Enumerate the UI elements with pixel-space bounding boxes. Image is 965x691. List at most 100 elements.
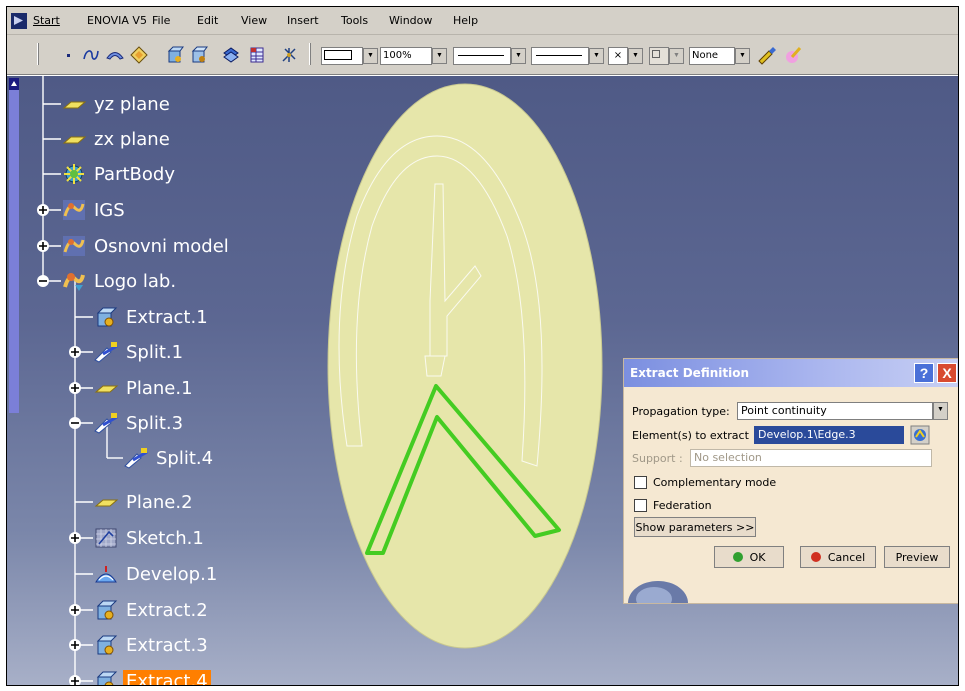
menu-insert[interactable]: Insert <box>287 14 319 27</box>
tree-node-osnovni-model[interactable]: Osnovni model <box>61 232 232 260</box>
extract-tool-icon[interactable] <box>165 45 185 65</box>
layer-filter-dropdown-button[interactable]: ▼ <box>669 48 684 64</box>
split-icon <box>124 448 148 469</box>
layer-filter-combo[interactable] <box>649 47 669 65</box>
tree-node-extract-2[interactable]: Extract.2 <box>93 596 211 624</box>
tree-node-label: Osnovni model <box>94 235 229 257</box>
transparency-dropdown-button[interactable]: ▼ <box>432 48 447 64</box>
support-field: No selection <box>690 449 932 467</box>
point-symbol-dropdown-button[interactable]: ▼ <box>628 48 643 64</box>
preview-button[interactable]: Preview <box>884 546 950 568</box>
tree-node-label: Logo lab. <box>94 270 177 292</box>
part-surface <box>327 83 603 649</box>
tree-node-extract-4[interactable]: Extract.4 <box>93 667 211 685</box>
complementary-mode-checkbox[interactable] <box>634 476 647 489</box>
tree-node-zx-plane[interactable]: zx plane <box>61 125 173 153</box>
tree-node-sketch-1[interactable]: Sketch.1 <box>93 524 207 552</box>
tree-node-logo-lab[interactable]: Logo lab. <box>61 267 179 295</box>
help-button[interactable]: ? <box>914 363 934 383</box>
tree-node-label: Split.1 <box>126 341 184 363</box>
plane-icon <box>94 499 119 507</box>
linetype-combo[interactable] <box>453 47 511 65</box>
menu-start[interactable]: Start <box>33 14 60 27</box>
multi-extract-icon[interactable] <box>189 45 209 65</box>
linetype-sample <box>458 55 504 56</box>
tree-node-develop-1[interactable]: Develop.1 <box>93 560 220 588</box>
sketch-icon <box>95 528 117 548</box>
propagation-type-value: Point continuity <box>741 404 827 417</box>
multi-selection-icon[interactable] <box>910 425 930 445</box>
tree-node-plane-2[interactable]: Plane.2 <box>93 488 196 516</box>
catia-logo-icon[interactable] <box>11 13 27 29</box>
ok-button[interactable]: OK <box>714 546 784 568</box>
layer-dropdown-button[interactable]: ▼ <box>735 48 750 64</box>
point-symbol-combo[interactable]: × <box>608 47 628 65</box>
linetype-dropdown-button[interactable]: ▼ <box>511 48 526 64</box>
tree-node-split-3[interactable]: Split.3 <box>93 409 186 437</box>
toolbar-grip[interactable] <box>37 43 39 65</box>
extract-icon <box>96 635 118 655</box>
sketch-tools-icon[interactable] <box>279 45 299 65</box>
menu-window[interactable]: Window <box>389 14 432 27</box>
federation-label: Federation <box>653 499 712 512</box>
tree-node-extract-1[interactable]: Extract.1 <box>93 303 211 331</box>
thickness-sample <box>536 55 582 56</box>
ok-status-icon <box>732 552 743 562</box>
join-icon[interactable] <box>221 45 241 65</box>
transparency-value: 100% <box>383 50 412 61</box>
extract-icon <box>96 307 118 327</box>
develop-icon <box>95 566 117 583</box>
extract-icon <box>96 600 118 620</box>
show-parameters-button[interactable]: Show parameters >> <box>634 517 756 537</box>
table-icon[interactable] <box>247 45 267 65</box>
partbody-icon <box>64 164 84 184</box>
elements-to-extract-field[interactable]: Develop.1\Edge.3 <box>754 426 904 444</box>
menu-edit[interactable]: Edit <box>197 14 218 27</box>
tree-node-label: Sketch.1 <box>126 527 204 549</box>
sweep-icon[interactable] <box>105 45 125 65</box>
menu-view[interactable]: View <box>241 14 267 27</box>
support-label: Support : <box>632 452 683 465</box>
thickness-dropdown-button[interactable]: ▼ <box>589 48 604 64</box>
color-combo[interactable] <box>321 47 363 65</box>
split-icon <box>94 413 118 434</box>
propagation-type-select[interactable]: Point continuity <box>737 402 933 420</box>
tree-node-label: Plane.1 <box>126 377 193 399</box>
toolbar: ▼ 100% ▼ ▼ ▼ × ▼ ▼ None ▼ <box>7 35 958 75</box>
part-model[interactable] <box>327 76 627 686</box>
painter-icon[interactable] <box>757 45 777 65</box>
tree-node-igs[interactable]: IGS <box>61 196 128 224</box>
cancel-label: Cancel <box>827 550 866 564</box>
tree-node-label: Plane.2 <box>126 491 193 513</box>
color-dropdown-button[interactable]: ▼ <box>363 48 378 64</box>
propagation-dropdown-button[interactable]: ▼ <box>933 402 948 420</box>
menu-enovia[interactable]: ENOVIA V5 <box>87 14 147 27</box>
fill-icon[interactable] <box>129 45 149 65</box>
plane-icon <box>62 136 87 144</box>
tree-node-plane-1[interactable]: Plane.1 <box>93 374 196 402</box>
dialog-title-bar[interactable]: Extract Definition ? X <box>624 359 958 387</box>
federation-checkbox[interactable] <box>634 499 647 512</box>
geometrical-set-icon <box>63 200 85 220</box>
menu-tools[interactable]: Tools <box>341 14 368 27</box>
tree-node-extract-3[interactable]: Extract.3 <box>93 631 211 659</box>
plane-icon <box>94 385 119 393</box>
tree-node-label: Split.3 <box>126 412 184 434</box>
toolbar-grip[interactable] <box>309 43 311 65</box>
point-icon[interactable] <box>59 45 79 65</box>
split-icon <box>94 342 118 363</box>
cancel-button[interactable]: Cancel <box>800 546 876 568</box>
menu-help[interactable]: Help <box>453 14 478 27</box>
3d-viewport[interactable]: yz plane zx plane PartBody IGS Osnovni m… <box>7 76 958 686</box>
tree-node-partbody[interactable]: PartBody <box>61 160 178 188</box>
tree-node-split-1[interactable]: Split.1 <box>93 338 186 366</box>
graphic-properties-icon[interactable] <box>783 45 803 65</box>
transparency-combo[interactable]: 100% <box>380 47 432 65</box>
layer-combo[interactable]: None <box>689 47 735 65</box>
tree-node-split-4[interactable]: Split.4 <box>123 444 216 472</box>
spline-icon[interactable] <box>81 45 101 65</box>
close-button[interactable]: X <box>937 363 957 383</box>
menu-file[interactable]: File <box>152 14 170 27</box>
tree-node-yz-plane[interactable]: yz plane <box>61 90 173 118</box>
thickness-combo[interactable] <box>531 47 589 65</box>
